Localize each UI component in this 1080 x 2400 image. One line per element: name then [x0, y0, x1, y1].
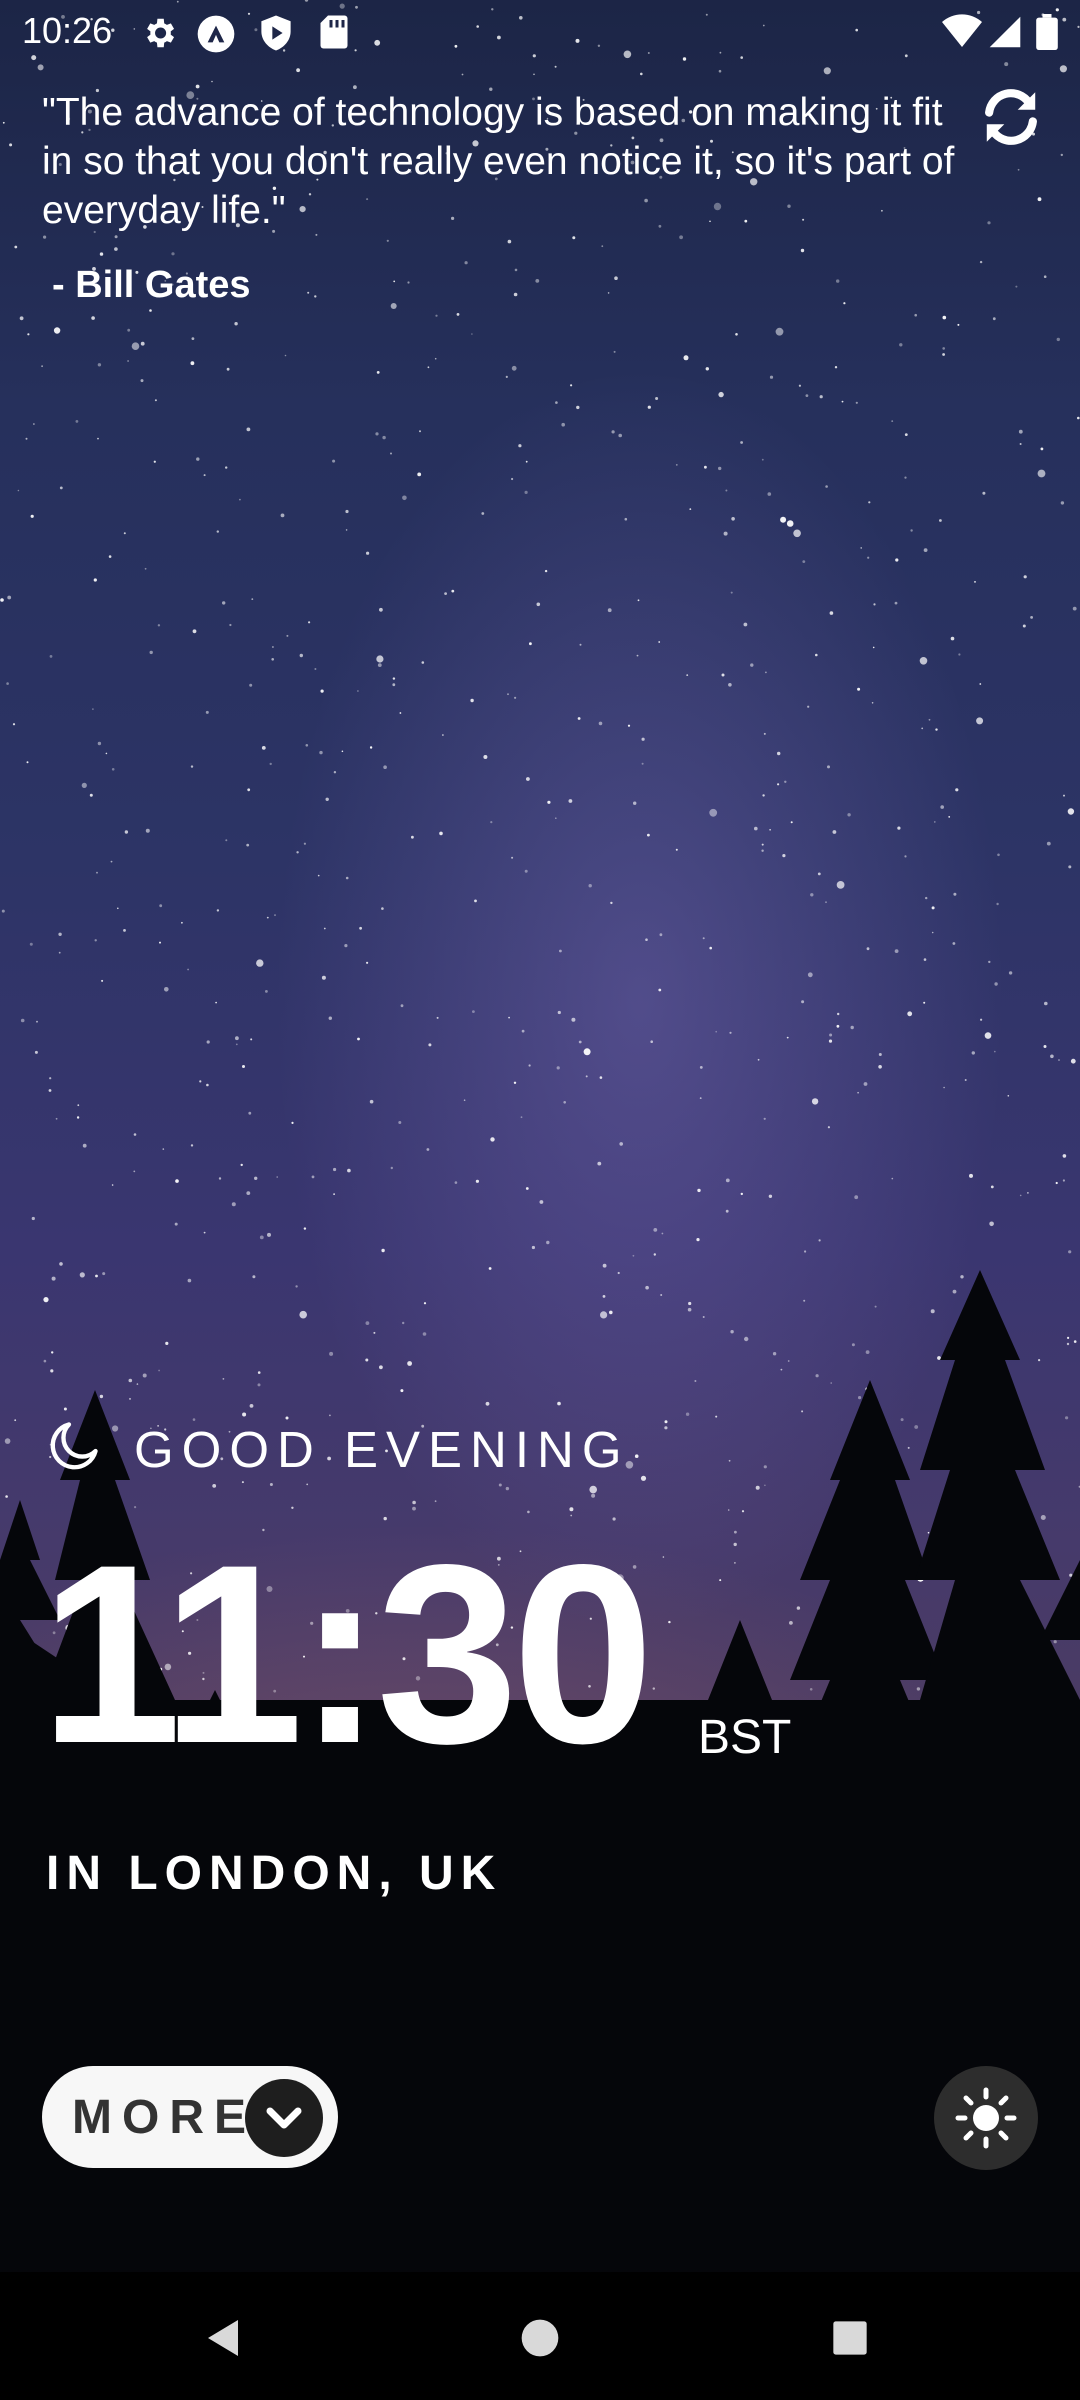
more-label: MORE [72, 2091, 256, 2144]
app-a-icon [196, 14, 236, 59]
sun-icon [955, 2087, 1017, 2149]
battery-icon [1036, 14, 1058, 55]
more-button[interactable]: MORE [42, 2066, 338, 2168]
home-icon[interactable] [518, 2316, 562, 2360]
status-time: 10:26 [22, 10, 113, 51]
greeting-text: GOOD EVENING [134, 1421, 630, 1478]
recents-icon[interactable] [830, 2318, 870, 2358]
moon-icon [46, 1416, 104, 1479]
tree-silhouettes [0, 1270, 1080, 2272]
wifi-icon [942, 14, 982, 55]
timezone-label: BST [698, 1711, 792, 1764]
theme-toggle-button[interactable] [934, 2066, 1038, 2170]
shield-play-icon [258, 14, 294, 57]
navigation-bar [0, 2272, 1080, 2400]
refresh-icon [985, 89, 1037, 145]
cell-signal-icon [988, 14, 1022, 55]
quote-text: "The advance of technology is based on m… [42, 91, 955, 232]
chevron-down-icon [245, 2079, 323, 2157]
refresh-quote-button[interactable] [976, 82, 1046, 152]
quote-author: - Bill Gates [52, 264, 251, 306]
status-bar: 10:26 [0, 0, 1080, 64]
clock-time: 11:30 [40, 1512, 654, 1797]
location-label: IN LONDON, UK [46, 1847, 503, 1900]
settings-icon [140, 14, 178, 57]
app-screen: 10:26 "The advance of technology is base… [0, 0, 1080, 2400]
sd-card-icon [318, 14, 350, 55]
back-icon[interactable] [200, 2314, 248, 2362]
